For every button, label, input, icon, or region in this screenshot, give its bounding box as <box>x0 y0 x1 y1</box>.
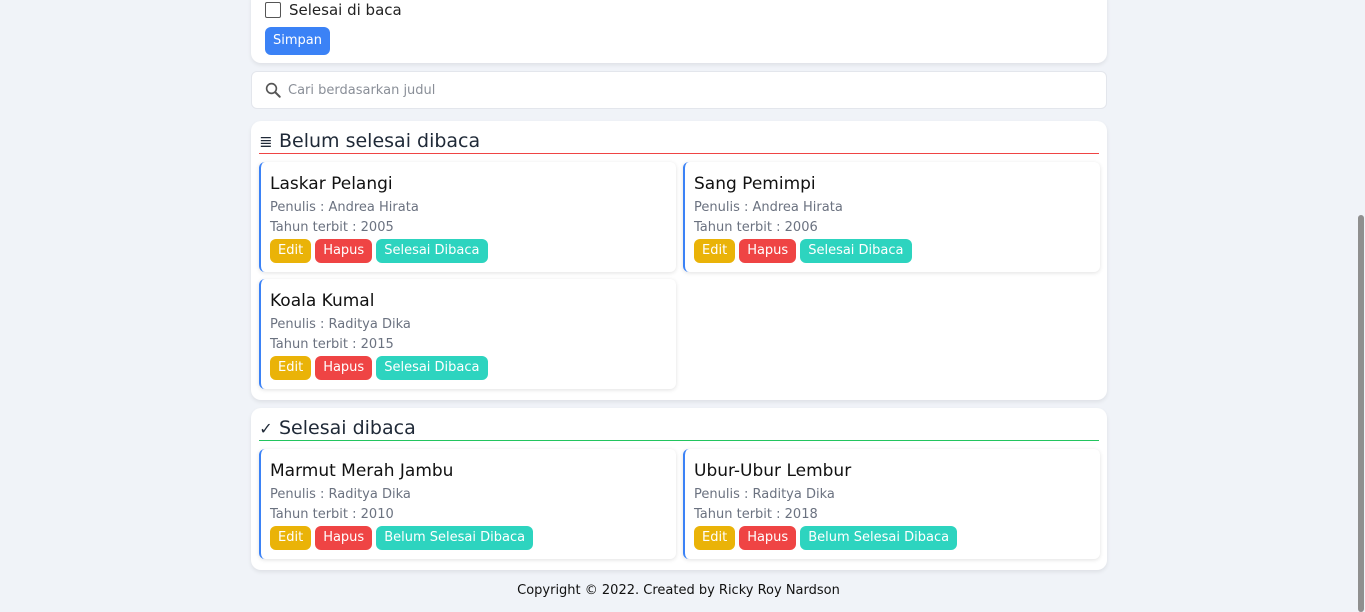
footer-copyright: Copyright © 2022. Created by Ricky Roy N… <box>517 583 840 598</box>
unread-section-title: Belum selesai dibaca <box>279 130 481 152</box>
save-button[interactable]: Simpan <box>265 27 330 55</box>
delete-button[interactable]: Hapus <box>739 239 797 263</box>
book-card: Marmut Merah Jambu Penulis : Raditya Dik… <box>259 449 676 559</box>
list-icon: ≣ <box>259 131 273 151</box>
page-scrollbar-thumb[interactable] <box>1358 215 1364 612</box>
book-card: Ubur-Ubur Lembur Penulis : Raditya Dika … <box>683 449 1100 559</box>
edit-button[interactable]: Edit <box>270 526 312 550</box>
delete-button[interactable]: Hapus <box>739 526 797 550</box>
read-section-divider <box>259 440 1099 441</box>
book-year: Tahun terbit : 2006 <box>694 220 818 235</box>
edit-button[interactable]: Edit <box>270 356 312 380</box>
mark-unfinished-button[interactable]: Belum Selesai Dibaca <box>376 526 534 550</box>
book-author: Penulis : Raditya Dika <box>694 487 835 502</box>
book-title: Sang Pemimpi <box>694 174 816 194</box>
unread-section-divider <box>259 153 1099 154</box>
book-title: Koala Kumal <box>270 291 375 311</box>
book-actions: Edit Hapus Belum Selesai Dibaca <box>694 526 958 550</box>
finished-reading-checkbox-row[interactable]: Selesai di baca <box>265 0 402 20</box>
delete-button[interactable]: Hapus <box>315 239 373 263</box>
book-author: Penulis : Raditya Dika <box>270 317 411 332</box>
book-year: Tahun terbit : 2015 <box>270 337 394 352</box>
mark-finished-button[interactable]: Selesai Dibaca <box>376 356 488 380</box>
book-actions: Edit Hapus Selesai Dibaca <box>270 356 488 380</box>
search-bar <box>251 71 1107 109</box>
read-section-title: Selesai dibaca <box>279 417 416 439</box>
finished-reading-checkbox[interactable] <box>265 2 281 18</box>
search-icon <box>265 82 281 98</box>
mark-finished-button[interactable]: Selesai Dibaca <box>800 239 912 263</box>
delete-button[interactable]: Hapus <box>315 356 373 380</box>
edit-button[interactable]: Edit <box>694 526 736 550</box>
read-section-header: ✓ Selesai dibaca <box>259 415 1099 441</box>
book-actions: Edit Hapus Selesai Dibaca <box>270 239 488 263</box>
finished-reading-label: Selesai di baca <box>289 1 402 19</box>
checkmark-icon: ✓ <box>259 418 273 438</box>
book-card: Sang Pemimpi Penulis : Andrea Hirata Tah… <box>683 162 1100 272</box>
book-title: Ubur-Ubur Lembur <box>694 461 852 481</box>
edit-button[interactable]: Edit <box>694 239 736 263</box>
book-author: Penulis : Raditya Dika <box>270 487 411 502</box>
book-title: Marmut Merah Jambu <box>270 461 454 481</box>
book-year: Tahun terbit : 2005 <box>270 220 394 235</box>
book-author: Penulis : Andrea Hirata <box>270 200 419 215</box>
book-title: Laskar Pelangi <box>270 174 393 194</box>
book-year: Tahun terbit : 2018 <box>694 507 818 522</box>
unread-books-section: ≣ Belum selesai dibaca Laskar Pelangi Pe… <box>251 121 1107 400</box>
search-input[interactable] <box>288 82 1068 98</box>
read-books-section: ✓ Selesai dibaca Marmut Merah Jambu Penu… <box>251 408 1107 570</box>
unread-section-header: ≣ Belum selesai dibaca <box>259 128 1099 154</box>
edit-button[interactable]: Edit <box>270 239 312 263</box>
delete-button[interactable]: Hapus <box>315 526 373 550</box>
book-author: Penulis : Andrea Hirata <box>694 200 843 215</box>
book-actions: Edit Hapus Belum Selesai Dibaca <box>270 526 534 550</box>
add-book-form: Selesai di baca Simpan <box>251 0 1107 63</box>
book-card: Koala Kumal Penulis : Raditya Dika Tahun… <box>259 279 676 389</box>
book-card: Laskar Pelangi Penulis : Andrea Hirata T… <box>259 162 676 272</box>
mark-unfinished-button[interactable]: Belum Selesai Dibaca <box>800 526 958 550</box>
book-actions: Edit Hapus Selesai Dibaca <box>694 239 912 263</box>
book-year: Tahun terbit : 2010 <box>270 507 394 522</box>
mark-finished-button[interactable]: Selesai Dibaca <box>376 239 488 263</box>
